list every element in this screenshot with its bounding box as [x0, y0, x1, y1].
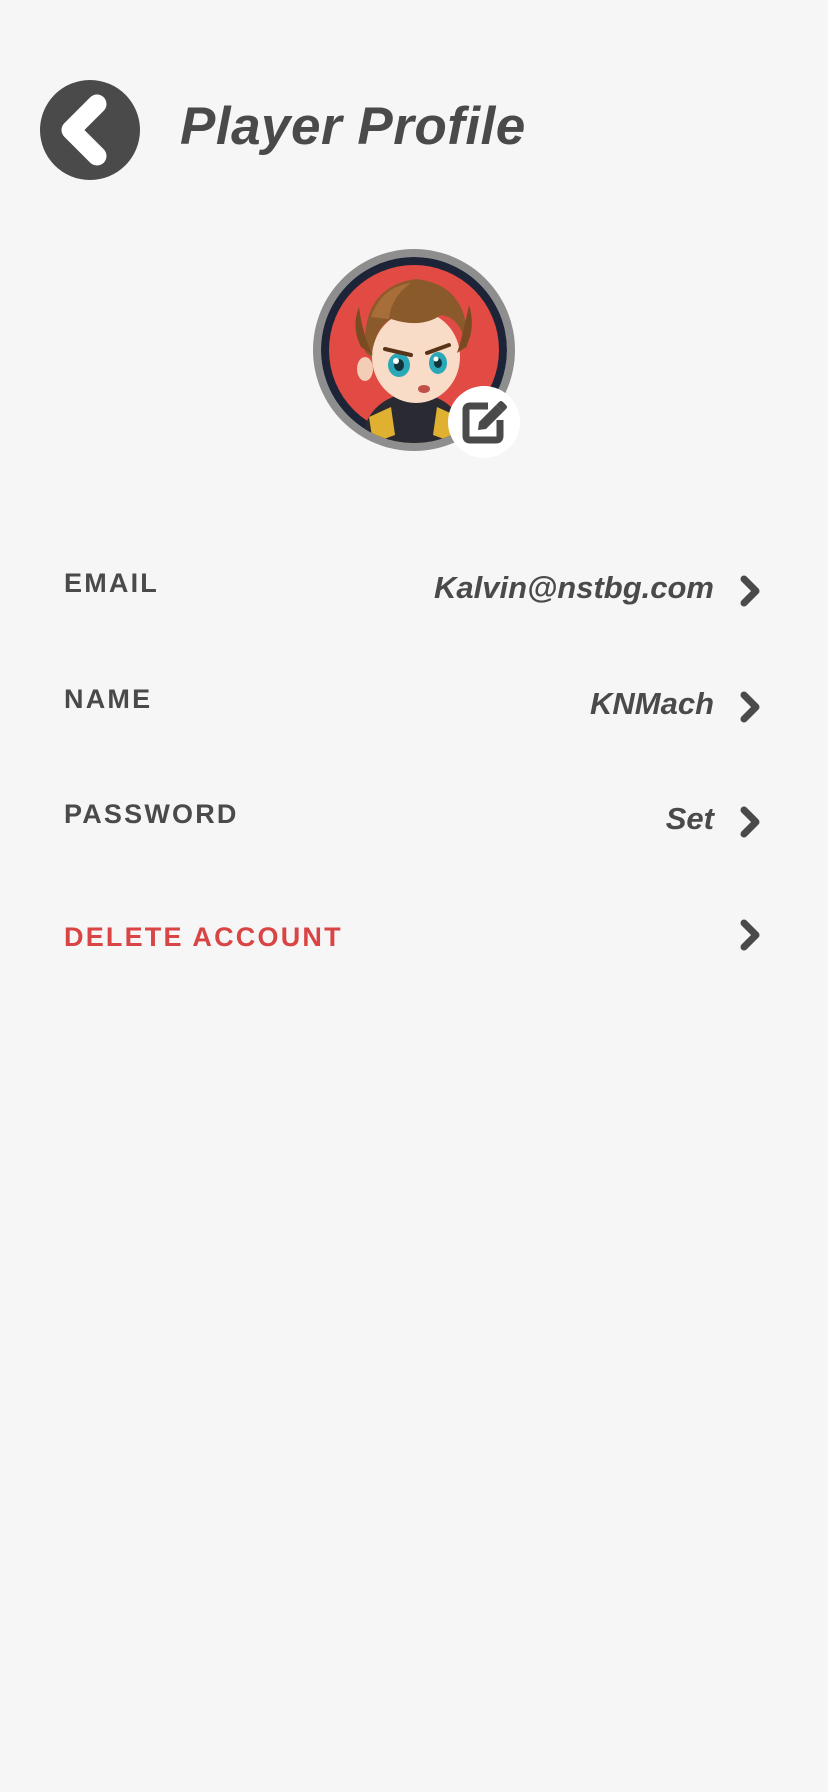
delete-account-label: DELETE ACCOUNT	[64, 922, 343, 952]
name-value: KNMach	[589, 686, 714, 721]
email-value: Kalvin@nstbg.com	[434, 570, 714, 605]
delete-account-row[interactable]: DELETE ACCOUNT	[64, 886, 764, 976]
password-row[interactable]: PASSWORD Set	[64, 771, 764, 861]
edit-square-icon	[462, 401, 507, 444]
header: Player Profile	[0, 0, 828, 260]
chevron-right-icon	[740, 691, 760, 723]
email-label: EMAIL	[64, 568, 159, 598]
chevron-right-icon	[740, 806, 760, 838]
edit-avatar-button[interactable]	[448, 386, 520, 458]
page-title: Player Profile	[180, 97, 526, 156]
password-label: PASSWORD	[64, 799, 239, 829]
back-button[interactable]	[40, 80, 140, 180]
password-value: Set	[665, 801, 714, 836]
chevron-left-icon	[61, 94, 107, 166]
name-row[interactable]: NAME KNMach	[64, 656, 764, 746]
chevron-right-icon	[740, 575, 760, 607]
name-label: NAME	[64, 684, 153, 714]
email-row[interactable]: EMAIL Kalvin@nstbg.com	[64, 540, 764, 630]
chevron-right-icon	[740, 919, 760, 951]
